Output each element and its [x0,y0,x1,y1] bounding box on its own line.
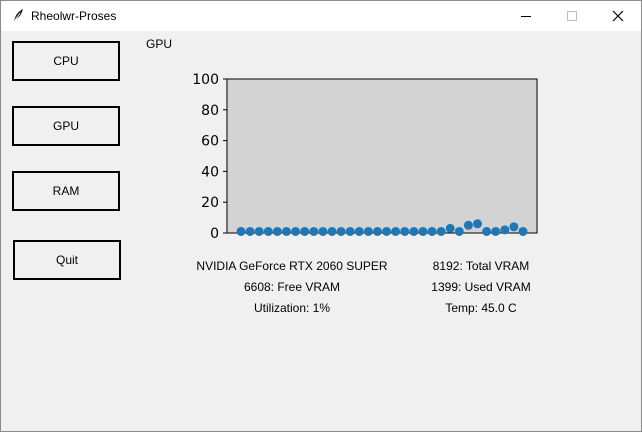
data-point [482,226,492,236]
data-point [272,226,282,236]
data-point [445,223,455,233]
data-point [291,226,301,236]
data-point [473,219,483,229]
data-point [254,226,264,236]
y-tick-label: 80 [201,103,219,119]
data-point [345,226,355,236]
minimize-icon [521,16,531,17]
data-point [263,226,273,236]
data-point [491,226,501,236]
data-point [409,226,419,236]
free-vram: 6608: Free VRAM [243,280,341,294]
data-point [354,226,364,236]
quit-button-label: Quit [55,253,78,267]
data-point [336,226,346,236]
gpu-usage-chart: 0 20 40 60 80 100 [192,72,538,242]
data-point [391,226,401,236]
utilization: Utilization: 1% [253,301,331,315]
feather-icon [12,9,23,24]
data-point [427,226,437,236]
data-point [363,226,373,236]
gpu-button[interactable]: GPU [12,106,120,146]
window-title: Rheolwr-Proses [31,9,117,23]
plot-area [226,78,538,234]
data-point [509,222,519,232]
data-point [436,226,446,236]
data-point [418,226,428,236]
data-point [382,226,392,236]
view-title: GPU [146,37,173,51]
gpu-button-label: GPU [52,119,79,133]
data-point [281,226,291,236]
data-point [372,226,382,236]
temperature: Temp: 45.0 C [445,301,517,315]
app-window: Rheolwr-Proses CPU GPU RAM Quit GPU 0 20 4… [0,0,642,432]
maximize-button[interactable] [549,1,595,31]
data-point [300,226,310,236]
quit-button[interactable]: Quit [13,240,121,280]
y-tick-label: 0 [210,226,219,242]
data-point [400,226,410,236]
y-tick-label: 20 [201,195,219,211]
data-point [454,226,464,236]
data-point [236,226,246,236]
total-vram: 8192: Total VRAM [432,259,530,273]
data-point [463,220,473,230]
gpu-name: NVIDIA GeForce RTX 2060 SUPER [196,259,388,273]
y-tick-label: 100 [192,72,219,88]
data-point [309,226,319,236]
data-point [518,226,528,236]
maximize-icon [567,11,577,21]
data-point [500,225,510,235]
y-tick-label: 40 [201,164,219,180]
cpu-button-label: CPU [53,54,79,68]
used-vram: 1399: Used VRAM [431,280,531,294]
ram-button-label: RAM [52,184,80,198]
data-point [245,226,255,236]
close-button[interactable] [595,1,641,31]
ram-button[interactable]: RAM [12,171,120,211]
close-icon [612,10,624,22]
title-bar[interactable]: Rheolwr-Proses [1,1,641,31]
minimize-button[interactable] [503,1,549,31]
cpu-button[interactable]: CPU [12,41,120,81]
data-point [327,226,337,236]
data-point [318,226,328,236]
y-tick-label: 60 [201,134,219,150]
